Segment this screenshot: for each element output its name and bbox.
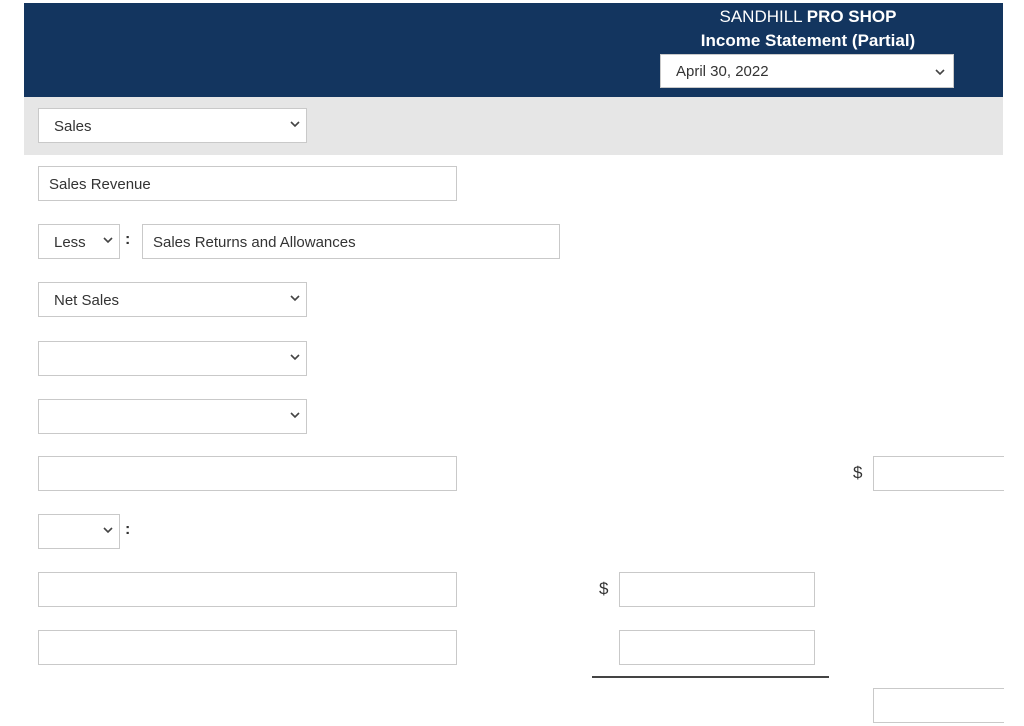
account-input-2[interactable] [38, 572, 457, 607]
less-select[interactable]: Less [38, 224, 120, 259]
account-input-1[interactable] [38, 456, 457, 491]
statement-header: SANDHILL PRO SHOP Income Statement (Part… [24, 3, 1003, 97]
net-sales-select-value: Net Sales [54, 292, 120, 309]
dollar-sign: $ [599, 579, 609, 598]
account-select-2[interactable] [38, 399, 307, 434]
chevron-down-icon [290, 291, 300, 305]
right-amount-input-1[interactable] [873, 456, 1004, 491]
returns-value: Sales Returns and Allowances [153, 234, 356, 251]
company-name: SANDHILL PRO SHOP [660, 7, 956, 27]
chevron-down-icon [935, 65, 945, 79]
sales-select[interactable]: Sales [38, 108, 307, 143]
less-select-value: Less [54, 234, 86, 251]
chevron-down-icon [103, 523, 113, 537]
colon-separator: : [125, 521, 131, 538]
operator-select[interactable] [38, 514, 120, 549]
middle-amount-input-2[interactable] [619, 630, 815, 665]
returns-input[interactable]: Sales Returns and Allowances [142, 224, 560, 259]
company-name-bold: PRO SHOP [806, 7, 897, 26]
company-name-regular: SANDHILL [719, 7, 807, 26]
income-statement-page: SANDHILL PRO SHOP Income Statement (Part… [0, 0, 1024, 726]
date-select-value: April 30, 2022 [676, 63, 769, 80]
dollar-sign: $ [853, 463, 863, 482]
chevron-down-icon [290, 117, 300, 131]
chevron-down-icon [103, 233, 113, 247]
account-input-3[interactable] [38, 630, 457, 665]
sales-revenue-input[interactable]: Sales Revenue [38, 166, 457, 201]
colon-separator: : [125, 231, 131, 248]
statement-title: Income Statement (Partial) [700, 31, 916, 50]
chevron-down-icon [290, 350, 300, 364]
right-amount-input-2[interactable] [873, 688, 1004, 723]
account-select-1[interactable] [38, 341, 307, 376]
sales-select-value: Sales [54, 118, 92, 135]
date-select[interactable]: April 30, 2022 [660, 54, 954, 88]
subtotal-rule [592, 676, 829, 678]
sales-revenue-value: Sales Revenue [49, 176, 151, 193]
chevron-down-icon [290, 408, 300, 422]
middle-amount-input-1[interactable] [619, 572, 815, 607]
net-sales-select[interactable]: Net Sales [38, 282, 307, 317]
